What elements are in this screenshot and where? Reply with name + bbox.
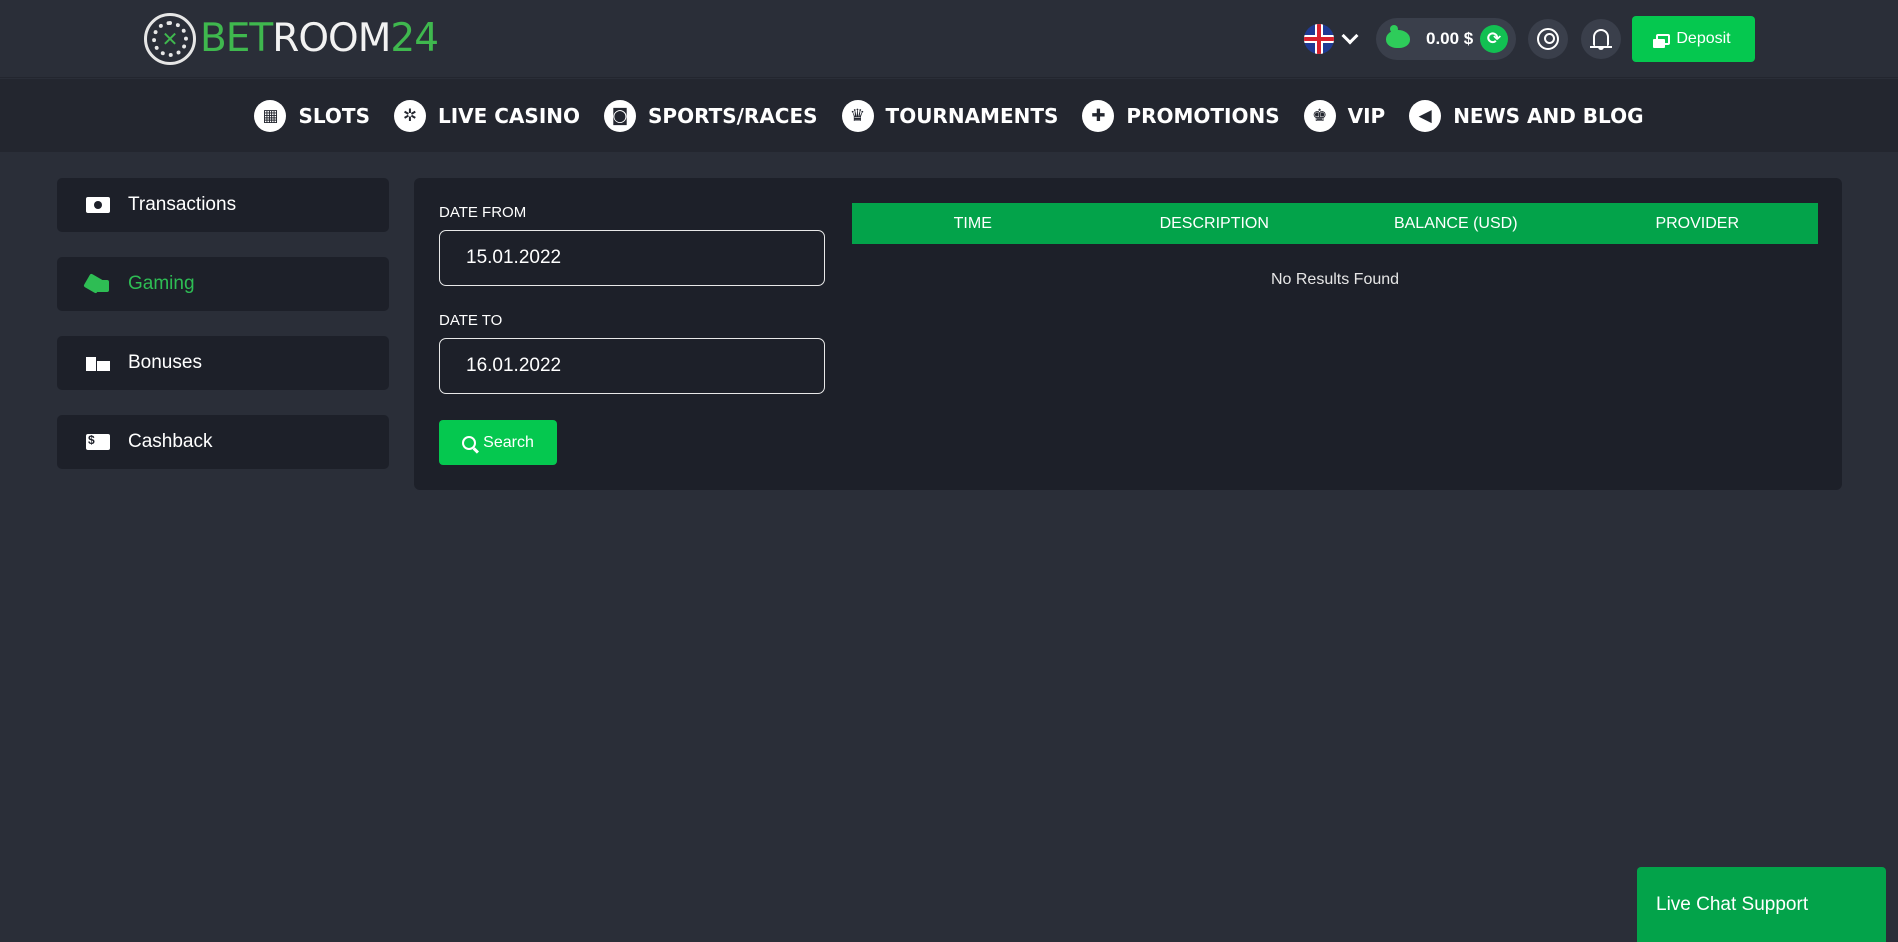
sidebar-item-label: Gaming xyxy=(128,273,195,294)
date-from-input[interactable] xyxy=(439,230,825,286)
date-from-label: DATE FROM xyxy=(439,204,527,221)
vr-goggles-icon: ◙ xyxy=(604,99,636,132)
column-header-description: DESCRIPTION xyxy=(1159,215,1269,232)
balance-amount: 0.00 $ xyxy=(1426,29,1474,48)
empty-results-message: No Results Found xyxy=(1270,271,1400,288)
notifications-button[interactable] xyxy=(1581,19,1621,59)
date-to-input[interactable] xyxy=(439,338,825,394)
money-icon xyxy=(1653,33,1671,48)
crown-icon: ♚ xyxy=(1303,99,1336,132)
gift-boxes-icon xyxy=(86,355,110,371)
nav-label: PROMOTIONS xyxy=(1126,103,1280,128)
results-table: TIME DESCRIPTION BALANCE (USD) PROVIDER … xyxy=(852,203,1818,289)
bell-icon xyxy=(1590,29,1612,48)
table-header: TIME DESCRIPTION BALANCE (USD) PROVIDER xyxy=(852,203,1818,244)
sidebar-item-gaming[interactable]: Gaming xyxy=(57,257,389,311)
date-to-label: DATE TO xyxy=(439,312,503,329)
slot-machine-icon: ▦ xyxy=(254,99,287,132)
nav-item-promotions[interactable]: ✚ PROMOTIONS xyxy=(1082,99,1280,132)
nav-item-tournaments[interactable]: ♛ TOURNAMENTS xyxy=(841,99,1059,132)
user-account-button[interactable] xyxy=(1528,19,1568,59)
uk-flag-icon xyxy=(1304,24,1334,54)
column-header-provider: PROVIDER xyxy=(1655,215,1740,232)
piggy-bank-icon xyxy=(1386,25,1410,48)
logo-text: BETROOM24 xyxy=(200,16,439,61)
search-icon xyxy=(462,435,477,450)
gaming-history-panel: DATE FROM DATE TO Search TIME DESCRIPTIO… xyxy=(414,178,1842,490)
dice-icon xyxy=(86,276,110,292)
roulette-logo-icon xyxy=(144,13,196,65)
search-label: Search xyxy=(483,433,534,451)
search-button[interactable]: Search xyxy=(439,420,557,465)
chevron-down-icon xyxy=(1341,27,1359,45)
nav-item-live-casino[interactable]: ✲ LIVE CASINO xyxy=(393,99,580,132)
nav-item-news-and-blog[interactable]: ◀ NEWS AND BLOG xyxy=(1409,99,1644,132)
nav-label: LIVE CASINO xyxy=(437,103,580,128)
column-header-balance: BALANCE (USD) xyxy=(1393,215,1518,232)
sidebar-item-label: Transactions xyxy=(128,194,237,215)
nav-label: NEWS AND BLOG xyxy=(1453,103,1644,128)
user-icon xyxy=(1537,28,1559,50)
language-selector[interactable] xyxy=(1304,24,1359,54)
roulette-icon: ✲ xyxy=(393,99,426,132)
balance-display: 0.00 $ ⟳ xyxy=(1376,18,1516,60)
nav-item-slots[interactable]: ▦ SLOTS xyxy=(254,99,370,132)
sidebar-item-label: Bonuses xyxy=(128,352,202,373)
main-nav: ▦ SLOTS ✲ LIVE CASINO ◙ SPORTS/RACES ♛ T… xyxy=(0,79,1898,152)
nav-label: VIP xyxy=(1347,103,1386,128)
nav-label: SPORTS/RACES xyxy=(648,103,818,128)
sidebar-item-label: Cashback xyxy=(128,431,213,452)
top-header: BETROOM24 0.00 $ ⟳ Deposit xyxy=(0,0,1898,78)
nav-item-vip[interactable]: ♚ VIP xyxy=(1303,99,1386,132)
nav-item-sports-races[interactable]: ◙ SPORTS/RACES xyxy=(604,99,818,132)
podium-icon: ♛ xyxy=(841,99,874,132)
sidebar-item-bonuses[interactable]: Bonuses xyxy=(57,336,389,390)
sidebar-item-cashback[interactable]: Cashback xyxy=(57,415,389,469)
live-chat-button[interactable]: Live Chat Support xyxy=(1637,867,1886,942)
deposit-label: Deposit xyxy=(1676,30,1731,47)
money-icon xyxy=(86,197,110,213)
sidebar-item-transactions[interactable]: Transactions xyxy=(57,178,389,232)
nav-label: SLOTS xyxy=(298,103,370,128)
megaphone-icon: ◀ xyxy=(1409,99,1442,132)
cash-icon xyxy=(86,433,110,450)
gift-icon: ✚ xyxy=(1082,99,1115,132)
deposit-button[interactable]: Deposit xyxy=(1632,16,1755,62)
refresh-balance-icon[interactable]: ⟳ xyxy=(1480,25,1508,53)
nav-label: TOURNAMENTS xyxy=(885,103,1059,128)
site-logo[interactable]: BETROOM24 xyxy=(144,13,439,65)
column-header-time: TIME xyxy=(953,215,992,232)
